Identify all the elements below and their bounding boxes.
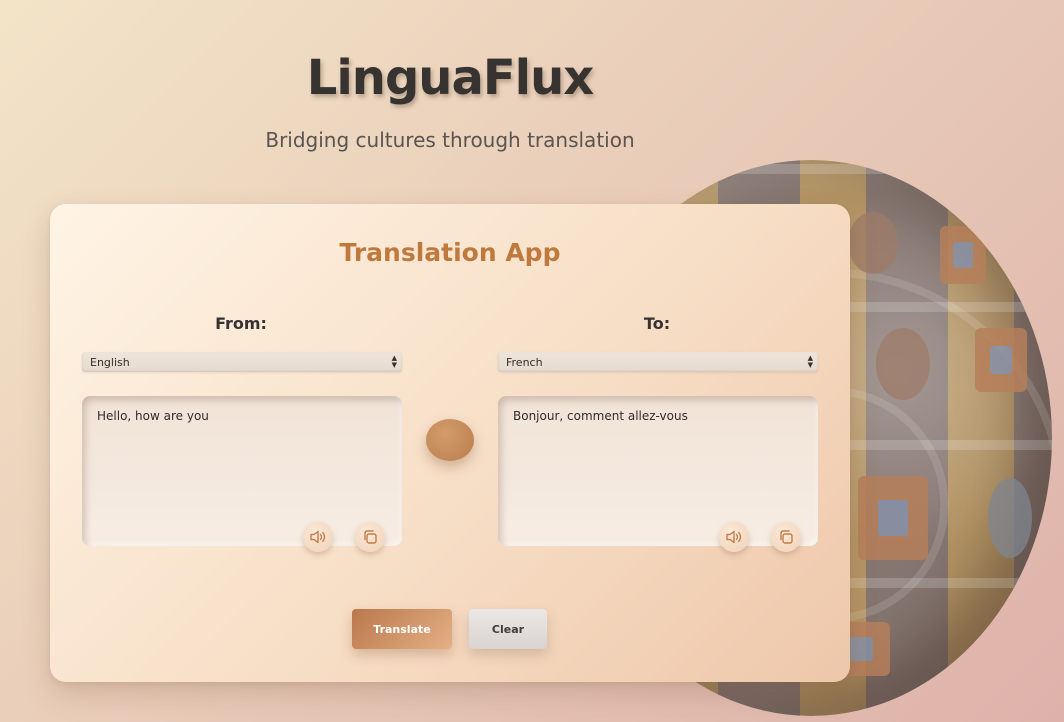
globe-tile xyxy=(975,328,1027,392)
app-tagline: Bridging cultures through translation xyxy=(265,128,635,152)
globe-tile xyxy=(858,476,928,560)
globe-spot xyxy=(848,212,898,274)
source-language-select[interactable]: English ▲ ▼ xyxy=(82,352,402,372)
copy-icon xyxy=(780,530,793,544)
source-text: Hello, how are you xyxy=(97,409,209,423)
target-copy-button[interactable] xyxy=(771,522,801,552)
target-language-select[interactable]: French ▲ ▼ xyxy=(498,352,818,372)
speaker-icon xyxy=(726,530,742,544)
select-arrows-icon: ▲ ▼ xyxy=(391,354,397,369)
copy-icon xyxy=(364,530,377,544)
swap-languages-button[interactable] xyxy=(426,419,474,461)
target-language-value: French xyxy=(506,355,543,369)
app-brand-title: LinguaFlux xyxy=(306,50,595,106)
source-language-value: English xyxy=(90,355,130,369)
source-text-area[interactable]: Hello, how are you xyxy=(82,396,402,546)
select-arrows-icon: ▲ ▼ xyxy=(807,354,813,369)
to-label: To: xyxy=(643,314,671,333)
clear-button[interactable]: Clear xyxy=(469,609,547,649)
translated-text-area[interactable]: Bonjour, comment allez-vous xyxy=(498,396,818,546)
source-copy-button[interactable] xyxy=(355,522,385,552)
card-title: Translation App xyxy=(339,238,561,267)
target-speak-button[interactable] xyxy=(719,522,749,552)
globe-spot xyxy=(876,328,930,400)
source-speak-button[interactable] xyxy=(303,522,333,552)
speaker-icon xyxy=(310,530,326,544)
translate-button[interactable]: Translate xyxy=(352,609,452,649)
globe-tile xyxy=(940,226,986,284)
translated-text: Bonjour, comment allez-vous xyxy=(513,409,688,423)
from-label: From: xyxy=(215,314,267,333)
translation-card: Translation App From: To: English ▲ ▼ Fre… xyxy=(50,204,850,682)
globe-spot xyxy=(988,478,1032,558)
